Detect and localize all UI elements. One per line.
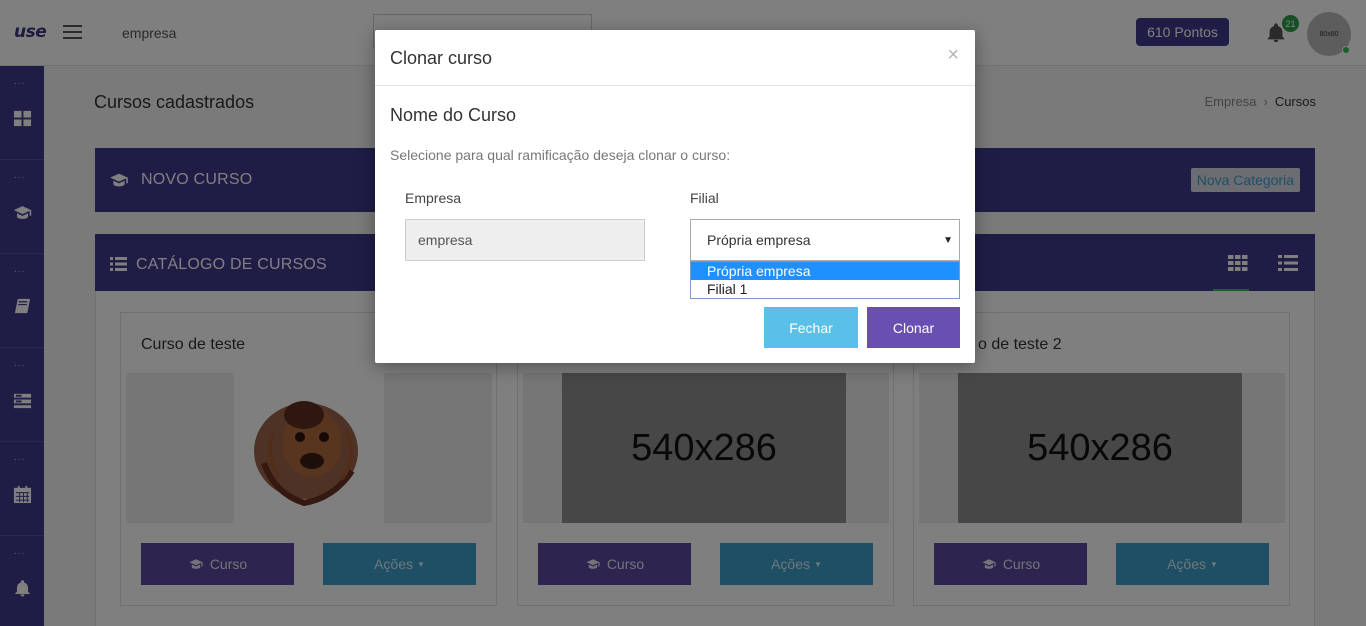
clone-instruction: Selecione para qual ramificação deseja c… xyxy=(390,147,731,163)
close-button[interactable]: Fechar xyxy=(764,307,858,348)
filial-option[interactable]: Própria empresa xyxy=(691,262,959,280)
caret-down-icon: ▼ xyxy=(943,235,953,246)
clone-button[interactable]: Clonar xyxy=(867,307,960,348)
modal-header: Clonar curso × xyxy=(375,30,975,86)
filial-option[interactable]: Filial 1 xyxy=(691,280,959,298)
filial-selected-value: Própria empresa xyxy=(707,232,811,248)
modal-title: Clonar curso xyxy=(390,48,493,68)
course-name: Nome do Curso xyxy=(390,105,517,125)
filial-label: Filial xyxy=(690,190,719,206)
clone-course-modal: Clonar curso × Nome do Curso Selecione p… xyxy=(375,30,975,363)
empresa-field: empresa xyxy=(405,219,645,261)
empresa-label: Empresa xyxy=(405,190,462,206)
filial-dropdown-list: Própria empresa Filial 1 xyxy=(690,261,960,299)
filial-select[interactable]: Própria empresa ▼ xyxy=(690,219,960,261)
close-icon[interactable]: × xyxy=(947,44,959,67)
